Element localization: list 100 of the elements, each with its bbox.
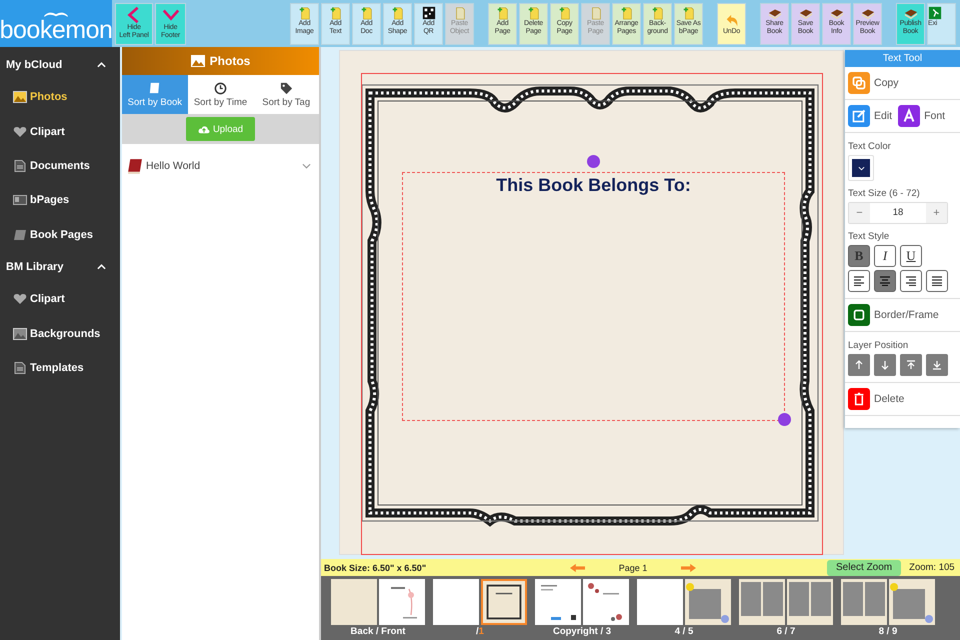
- chevron-down-icon: [858, 166, 864, 170]
- page-thumbnail[interactable]: [481, 579, 527, 625]
- edit-button[interactable]: Edit: [848, 105, 892, 127]
- panel-title: Photos: [210, 54, 250, 68]
- book-list-item[interactable]: Hello World: [122, 148, 319, 184]
- delete-button[interactable]: Delete: [848, 388, 904, 410]
- spread-label: 4 / 5: [674, 625, 694, 638]
- sidebar-item[interactable]: Book Pages: [0, 218, 120, 252]
- bpage-icon: [13, 194, 27, 206]
- heart-icon: [13, 293, 27, 306]
- page-label: Page 1: [618, 562, 648, 572]
- arrow-to-bottom-icon: [932, 360, 942, 370]
- sidebar-item[interactable]: Documents: [0, 148, 120, 184]
- page-thumbnail[interactable]: [787, 579, 833, 625]
- align-center-icon: [879, 276, 891, 286]
- cloud-upload-icon: [198, 124, 210, 134]
- sort-tab[interactable]: Sort by Tag: [253, 75, 320, 114]
- page-thumbnail[interactable]: [379, 579, 425, 625]
- page-thumbnail[interactable]: [433, 579, 479, 625]
- spread-label: Copyright / 3: [552, 625, 612, 638]
- document-icon: [360, 6, 374, 20]
- doc-icon: [13, 362, 27, 374]
- arrow-to-top-icon: [906, 360, 916, 370]
- style-button[interactable]: U: [900, 245, 922, 267]
- page-thumbnail[interactable]: [637, 579, 683, 625]
- document-icon: [390, 6, 404, 20]
- photo-icon: [13, 91, 27, 104]
- spread-label: 6 / 7: [776, 625, 796, 638]
- spread-label: 8 / 9: [878, 625, 898, 638]
- align-button[interactable]: [848, 270, 870, 292]
- move-down-button[interactable]: [874, 354, 896, 376]
- align-left-icon: [853, 276, 865, 286]
- page-thumbnail[interactable]: [331, 579, 377, 625]
- document-icon: [496, 6, 510, 20]
- sidebar-item[interactable]: Templates: [0, 350, 120, 386]
- page-thumbnail[interactable]: [583, 579, 629, 625]
- document-icon: [558, 6, 572, 20]
- book-size-label: Book Size: 6.50" x 6.50": [324, 562, 428, 572]
- align-button[interactable]: [874, 270, 896, 292]
- book-icon: [13, 228, 27, 241]
- select-zoom-button[interactable]: Select Zoom: [827, 560, 902, 576]
- sidebar-item[interactable]: Clipart: [0, 282, 120, 316]
- doc-icon: [13, 160, 27, 172]
- move-up-button[interactable]: [848, 354, 870, 376]
- sort-tab[interactable]: Sort by Time: [188, 75, 254, 114]
- square-icon: [848, 304, 870, 326]
- arrow-down-icon: [880, 360, 890, 370]
- field-label: Text Size (6 - 72): [848, 188, 921, 199]
- book-icon: [148, 82, 162, 94]
- photo-icon: [190, 55, 205, 67]
- section-header[interactable]: My bCloud: [0, 50, 120, 80]
- rotate-handle[interactable]: [587, 155, 600, 168]
- font-icon: [898, 105, 920, 127]
- heart-icon: [13, 126, 27, 138]
- bring-to-front-button[interactable]: [900, 354, 922, 376]
- document-icon: [682, 6, 696, 20]
- arrow-left-icon[interactable]: [569, 562, 586, 572]
- page-thumbnail[interactable]: [889, 579, 935, 625]
- book-icon: [126, 158, 143, 174]
- field-label: Layer Position: [848, 340, 910, 351]
- document-icon: [526, 6, 540, 20]
- send-to-back-button[interactable]: [926, 354, 948, 376]
- align-button[interactable]: [926, 270, 948, 292]
- document-icon: [328, 6, 342, 20]
- document-icon: [298, 6, 312, 20]
- logo-text: bookemon: [0, 17, 112, 43]
- page-thumbnail[interactable]: [739, 579, 785, 625]
- page-thumbnail[interactable]: [841, 579, 887, 625]
- page-thumbnail[interactable]: [535, 579, 581, 625]
- edit-icon: [848, 105, 870, 127]
- field-label: Text Color: [848, 141, 892, 152]
- arrow-right-icon[interactable]: [680, 562, 697, 572]
- sidebar-item[interactable]: Photos: [0, 80, 120, 114]
- sidebar-item[interactable]: bPages: [0, 183, 120, 218]
- align-justify-icon: [931, 276, 943, 286]
- sidebar-item[interactable]: Backgrounds: [0, 316, 120, 351]
- clock-icon: [214, 82, 227, 94]
- undo-arrow-icon: [724, 14, 738, 28]
- tag-icon: [280, 82, 293, 94]
- page-thumbnail[interactable]: [685, 579, 731, 625]
- qr-code-icon: [422, 6, 436, 20]
- border-frame-button[interactable]: Border/Frame: [848, 304, 939, 326]
- trash-icon: [848, 388, 870, 410]
- sidebar-item[interactable]: Clipart: [0, 114, 120, 149]
- color-picker[interactable]: [848, 155, 874, 181]
- align-button[interactable]: [900, 270, 922, 292]
- font-button[interactable]: Font: [898, 105, 946, 127]
- photo-icon: [13, 328, 27, 340]
- text-box[interactable]: This Book Belongs To:: [402, 172, 785, 421]
- zoom-label: Zoom: 105: [909, 562, 955, 573]
- resize-handle[interactable]: [778, 413, 791, 426]
- section-header[interactable]: BM Library: [0, 252, 120, 282]
- copy-icon: [848, 72, 870, 94]
- exit-sign-icon: [928, 6, 942, 20]
- field-label: Text Style: [848, 231, 890, 242]
- style-button[interactable]: I: [874, 245, 896, 267]
- copy-button[interactable]: Copy: [848, 72, 899, 94]
- document-icon: [650, 6, 664, 20]
- spread-label: /1: [476, 625, 484, 638]
- title-text: This Book Belongs To:: [496, 174, 691, 197]
